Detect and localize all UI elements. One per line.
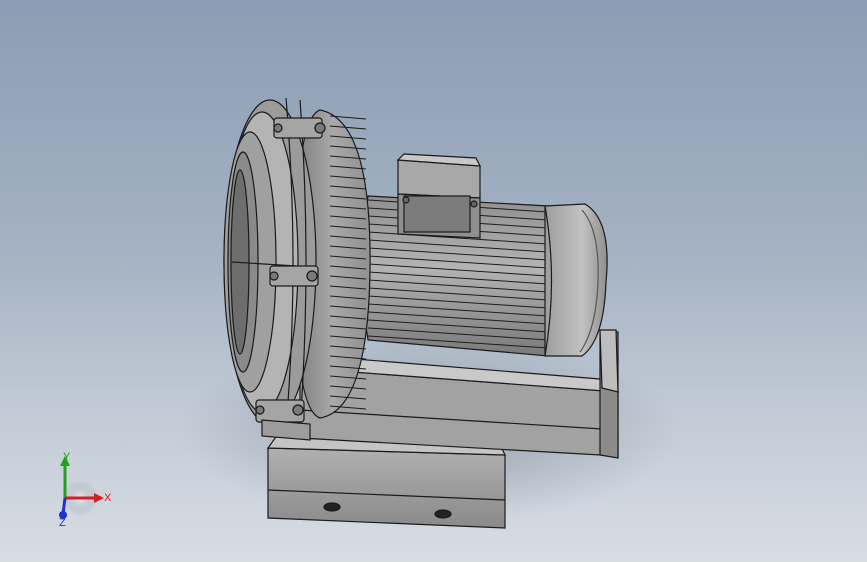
x-axis-label: X [104,492,112,504]
terminal-screw [470,200,478,208]
blower-model[interactable] [0,0,867,562]
z-axis-label: Z [59,517,66,528]
terminal-box[interactable] [396,153,482,239]
mounting-hole [434,509,452,519]
housing-foot[interactable] [261,419,311,441]
y-axis-label: Y [63,451,71,463]
graphics-viewport[interactable]: Y X Z [0,0,867,562]
x-axis-arrowhead [94,493,104,503]
orientation-triad[interactable]: Y X Z [44,448,124,528]
terminal-screw [402,196,410,204]
mounting-hole [323,502,341,512]
motor-end-cap[interactable] [544,203,608,357]
front-cover[interactable] [223,97,317,429]
